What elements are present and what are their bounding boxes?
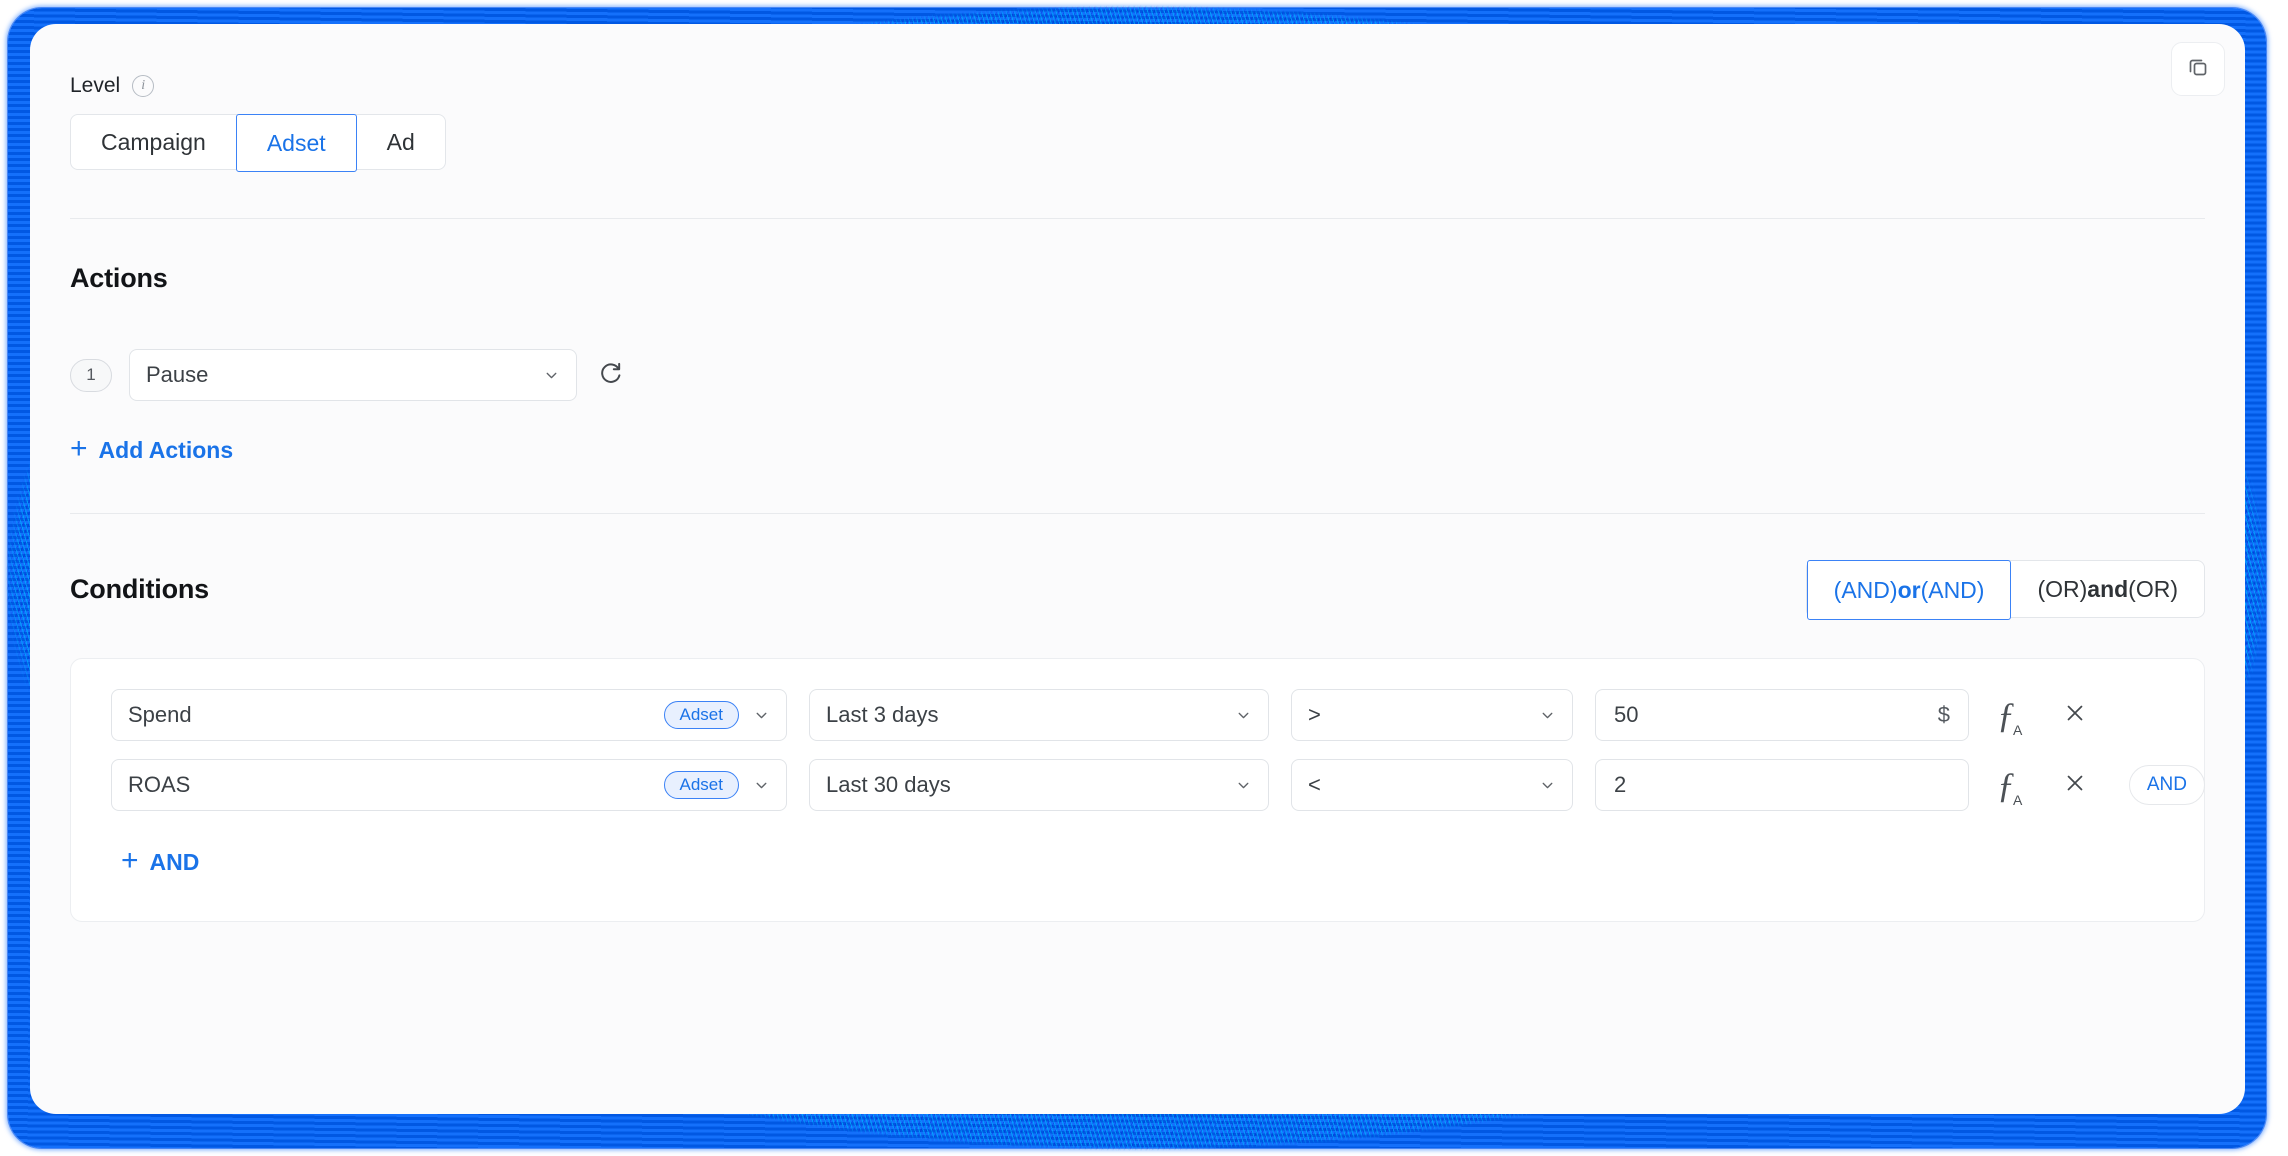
logic-mode-or-and-emphasis: and: [2087, 575, 2129, 602]
level-option-ad[interactable]: Ad: [356, 115, 445, 169]
level-section: Level i Campaign Adset Ad: [30, 24, 2245, 172]
action-step-badge: 1: [70, 358, 112, 392]
add-condition-button[interactable]: + AND: [121, 844, 200, 877]
plus-icon: +: [121, 844, 139, 877]
close-icon: [2062, 700, 2088, 731]
logic-mode-and-or-prefix: (AND): [1833, 576, 1898, 603]
add-actions-label: Add Actions: [98, 436, 234, 463]
actions-heading-wrap: Actions: [70, 219, 2205, 294]
actions-section: Actions 1 Pause + Add Actions: [30, 219, 2245, 465]
condition-scope-badge: Adset: [663, 701, 739, 729]
logic-mode-segmented-control[interactable]: (AND) or (AND) (OR) and (OR): [1805, 560, 2205, 620]
condition-metric-select[interactable]: ROAS Adset: [111, 759, 787, 811]
chevron-down-icon: [1235, 777, 1252, 794]
level-header: Level i: [70, 24, 2205, 98]
condition-daterange-value: Last 30 days: [826, 772, 951, 797]
copy-icon: [2186, 55, 2210, 84]
condition-operator-select[interactable]: <: [1291, 759, 1573, 811]
conditions-section: Conditions (AND) or (AND) (OR) and (OR): [30, 514, 2245, 620]
chevron-down-icon: [1539, 707, 1556, 724]
chevron-down-icon: [1235, 707, 1252, 724]
condition-metric-value: Spend: [128, 702, 192, 727]
logic-mode-or-and[interactable]: (OR) and (OR): [2011, 561, 2204, 617]
condition-operator-select[interactable]: >: [1291, 689, 1573, 741]
condition-metric-select[interactable]: Spend Adset: [111, 689, 787, 741]
condition-metric-value: ROAS: [128, 772, 191, 797]
condition-row: ROAS Adset Last 30 days < 2 ƒA AND: [111, 759, 2205, 811]
condition-value-input[interactable]: 50 $: [1595, 689, 1969, 741]
actions-heading: Actions: [70, 263, 168, 293]
chevron-down-icon: [753, 707, 770, 724]
condition-row: Spend Adset Last 3 days > 50 $ ƒA: [111, 689, 2164, 741]
fx-icon[interactable]: ƒA: [1991, 697, 2030, 737]
condition-scope-badge: Adset: [663, 771, 739, 799]
conditions-card: Spend Adset Last 3 days > 50 $ ƒA ROAS A…: [70, 658, 2205, 922]
logic-mode-and-or-suffix: (AND): [1920, 576, 1985, 603]
close-icon: [2062, 770, 2088, 801]
fx-icon[interactable]: ƒA: [1991, 767, 2030, 807]
action-refresh-button[interactable]: [594, 358, 628, 392]
chevron-down-icon: [1539, 777, 1556, 794]
add-condition-label: AND: [149, 848, 200, 875]
refresh-icon: [597, 359, 625, 392]
copy-button[interactable]: [2171, 42, 2225, 96]
logic-mode-or-and-suffix: (OR): [2128, 575, 2178, 602]
condition-join-badge[interactable]: AND: [2128, 765, 2205, 805]
condition-value: 2: [1614, 772, 1627, 797]
condition-operator-value: >: [1308, 702, 1321, 727]
action-type-select[interactable]: Pause: [129, 349, 577, 401]
condition-value-unit: $: [1937, 702, 1950, 727]
chevron-down-icon: [753, 777, 770, 794]
level-option-campaign[interactable]: Campaign: [71, 115, 236, 169]
remove-condition-button[interactable]: [2060, 770, 2090, 800]
info-icon[interactable]: i: [132, 75, 155, 97]
level-option-adset[interactable]: Adset: [235, 114, 357, 172]
logic-mode-and-or-emphasis: or: [1897, 576, 1921, 603]
plus-icon: +: [70, 432, 88, 465]
action-row: 1 Pause: [70, 349, 2205, 401]
remove-condition-button[interactable]: [2060, 700, 2090, 730]
condition-daterange-value: Last 3 days: [826, 702, 939, 727]
logic-mode-and-or[interactable]: (AND) or (AND): [1806, 560, 2012, 620]
condition-value-input[interactable]: 2: [1595, 759, 1969, 811]
level-label: Level: [70, 74, 121, 97]
chevron-down-icon: [543, 367, 560, 384]
logic-mode-or-and-prefix: (OR): [2037, 575, 2088, 602]
condition-daterange-select[interactable]: Last 30 days: [809, 759, 1269, 811]
condition-value: 50: [1614, 702, 1639, 727]
automation-rule-panel: Level i Campaign Adset Ad Actions 1 Paus…: [30, 24, 2245, 1114]
level-segmented-control[interactable]: Campaign Adset Ad: [70, 114, 446, 172]
condition-operator-value: <: [1308, 772, 1321, 797]
condition-daterange-select[interactable]: Last 3 days: [809, 689, 1269, 741]
conditions-heading: Conditions: [70, 573, 209, 604]
action-type-value: Pause: [146, 362, 209, 387]
conditions-header: Conditions (AND) or (AND) (OR) and (OR): [70, 514, 2205, 620]
add-actions-button[interactable]: + Add Actions: [70, 432, 234, 465]
